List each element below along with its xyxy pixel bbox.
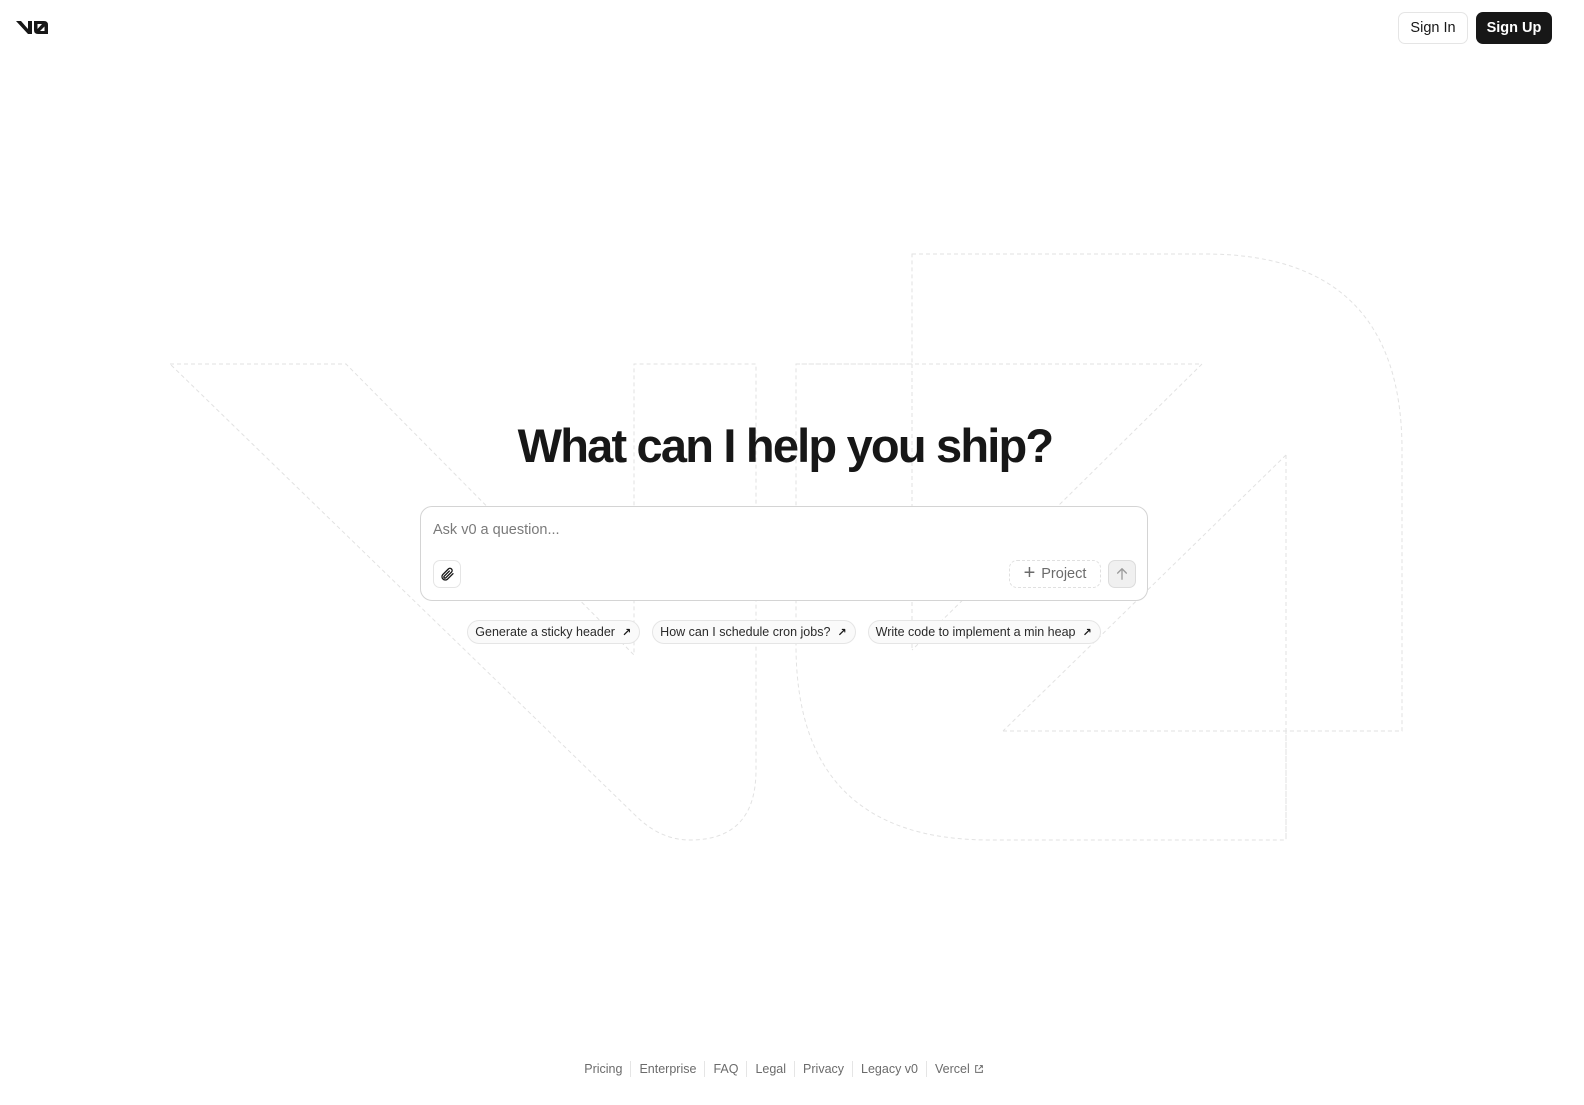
- footer-link-legacy-v0[interactable]: Legacy v0: [853, 1062, 926, 1076]
- suggestion-label: Write code to implement a min heap: [875, 625, 1076, 639]
- footer-link-enterprise[interactable]: Enterprise: [631, 1062, 704, 1076]
- suggestion-label: Generate a sticky header: [475, 625, 615, 639]
- suggestion-chip[interactable]: How can I schedule cron jobs? ↗: [652, 620, 856, 644]
- sign-in-button[interactable]: Sign In: [1398, 12, 1468, 44]
- send-button[interactable]: [1108, 560, 1136, 588]
- sign-up-button[interactable]: Sign Up: [1476, 12, 1552, 44]
- paperclip-icon: [441, 567, 454, 581]
- arrow-up-right-icon: ↗: [837, 626, 847, 639]
- page-title: What can I help you ship?: [517, 419, 1055, 472]
- project-label: Project: [1041, 566, 1087, 582]
- v0-logo[interactable]: [16, 18, 50, 38]
- footer-link-vercel-label: Vercel: [935, 1062, 970, 1076]
- top-nav: Sign In Sign Up: [0, 0, 1584, 56]
- arrow-up-right-icon: ↗: [621, 626, 632, 639]
- v0-logo-icon: [16, 21, 48, 34]
- arrow-up-icon: [1116, 568, 1128, 580]
- suggestion-chip[interactable]: Generate a sticky header ↗: [467, 620, 641, 644]
- add-project-button[interactable]: + Project: [1009, 560, 1101, 588]
- footer-link-faq[interactable]: FAQ: [705, 1062, 746, 1076]
- suggestion-label: How can I schedule cron jobs?: [660, 625, 831, 639]
- suggestion-chips: Generate a sticky header ↗ How can I sch…: [0, 620, 1568, 644]
- external-link-icon: [974, 1065, 983, 1073]
- footer-link-privacy[interactable]: Privacy: [795, 1062, 852, 1076]
- footer-link-pricing[interactable]: Pricing: [576, 1062, 630, 1076]
- prompt-input[interactable]: [433, 519, 1133, 541]
- attach-button[interactable]: [433, 560, 461, 588]
- prompt-box: + Project: [420, 506, 1148, 601]
- suggestion-chip[interactable]: Write code to implement a min heap ↗: [867, 620, 1101, 644]
- footer-link-vercel[interactable]: Vercel: [927, 1062, 992, 1076]
- footer: Pricing Enterprise FAQ Legal Privacy Leg…: [0, 1061, 1568, 1077]
- arrow-up-right-icon: ↗: [1082, 626, 1092, 639]
- footer-link-legal[interactable]: Legal: [747, 1062, 794, 1076]
- plus-icon: +: [1023, 562, 1036, 584]
